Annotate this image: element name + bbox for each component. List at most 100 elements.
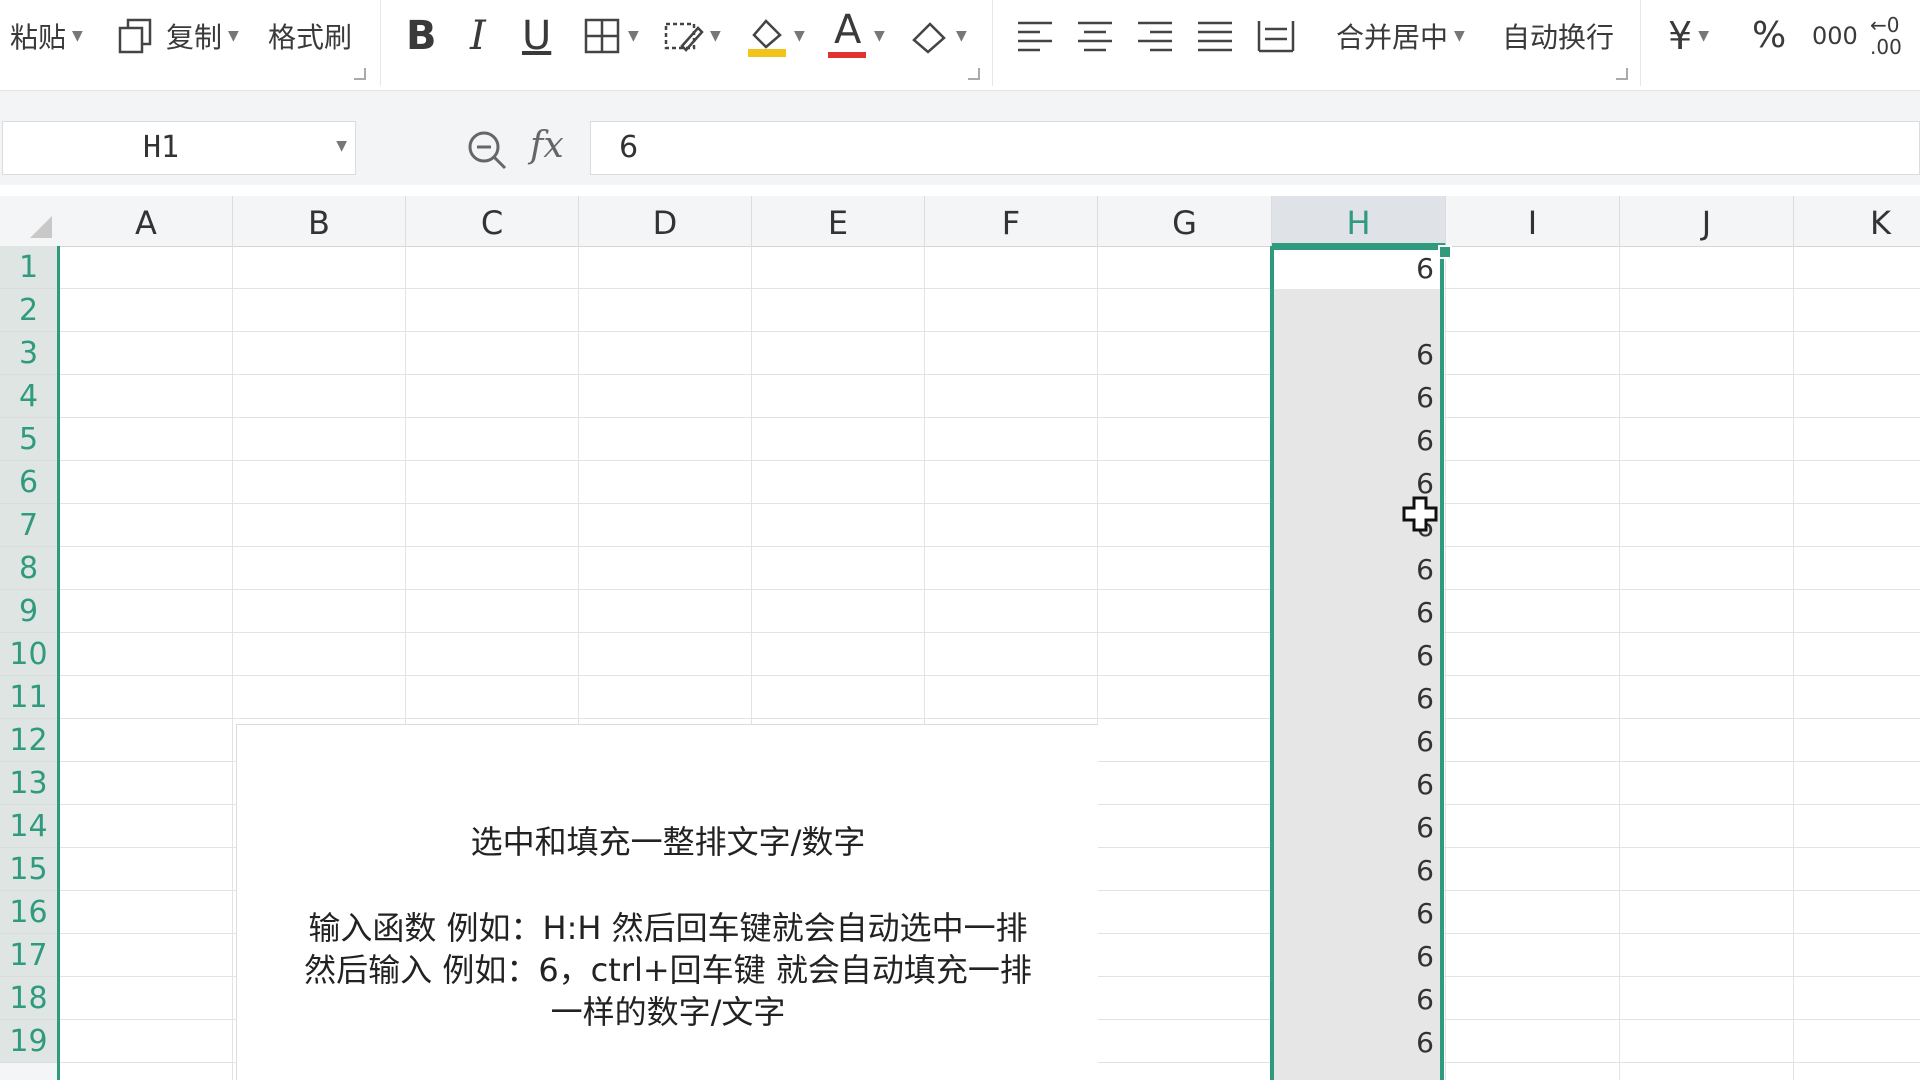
chevron-down-icon[interactable]: ▼ [336,138,347,154]
row-header-7[interactable]: 7 [0,504,57,547]
column-header-i[interactable]: I [1446,196,1620,246]
align-left-button[interactable] [1016,8,1054,64]
wrap-text-button[interactable]: 自动换行 [1502,8,1614,64]
row-header-9[interactable]: 9 [0,590,57,633]
column-header-a[interactable]: A [60,196,233,246]
row-header-14[interactable]: 14 [0,805,57,848]
gridline-vertical [232,246,233,1080]
cell-select-cursor-icon [1402,496,1438,532]
cell-h13[interactable]: 6 [1274,763,1434,806]
formula-input[interactable]: 6 [590,121,1920,175]
cell-h3[interactable]: 6 [1274,333,1434,376]
clear-button[interactable]: ▼ [908,8,967,64]
group-expand-icon[interactable] [1616,68,1628,80]
name-box[interactable]: H1 ▼ [2,121,356,175]
cell-h18[interactable]: 6 [1274,978,1434,1021]
row-header-19[interactable]: 19 [0,1020,57,1063]
justify-button[interactable] [1196,8,1234,64]
underline-button[interactable]: U [522,8,551,64]
row-header-1[interactable]: 1 [0,246,57,289]
group-expand-icon[interactable] [354,68,366,80]
column-header-k[interactable]: K [1794,196,1920,246]
row-header-3[interactable]: 3 [0,332,57,375]
column-header-j[interactable]: J [1620,196,1794,246]
group-expand-icon[interactable] [968,68,980,80]
row-header-18[interactable]: 18 [0,977,57,1020]
gridline-horizontal [60,718,1920,719]
currency-icon: ¥ [1668,14,1693,58]
fill-handle[interactable] [1438,245,1452,259]
row-header-8[interactable]: 8 [0,547,57,590]
cell-style-icon [664,22,704,52]
copy-button[interactable]: 复制 ▼ [116,8,239,64]
distributed-align-button[interactable] [1256,8,1296,64]
row-header-15[interactable]: 15 [0,848,57,891]
zoom-icon[interactable] [466,129,508,171]
row-header-16[interactable]: 16 [0,891,57,934]
borders-button[interactable]: ▼ [582,8,639,64]
format-painter-button[interactable]: 格式刷 [268,8,352,64]
italic-button[interactable]: I [470,8,486,64]
row-header-4[interactable]: 4 [0,375,57,418]
chevron-down-icon: ▼ [1698,28,1709,44]
row-header-11[interactable]: 11 [0,676,57,719]
row-header-17[interactable]: 17 [0,934,57,977]
cell-h9[interactable]: 6 [1274,591,1434,634]
formula-value: 6 [619,130,639,165]
currency-format-button[interactable]: ¥ ▼ [1668,8,1709,64]
bold-button[interactable]: B [406,8,437,64]
column-header-c[interactable]: C [406,196,579,246]
gridline-vertical [1793,246,1794,1080]
group-divider [992,0,993,86]
merge-center-button[interactable]: 合并居中 ▼ [1336,8,1465,64]
select-all-corner[interactable] [0,196,61,247]
row-header-2[interactable]: 2 [0,289,57,332]
cell-h11[interactable]: 6 [1274,677,1434,720]
cell-h8[interactable]: 6 [1274,548,1434,591]
thousands-icon: 000 [1812,22,1858,50]
gridline-vertical [1619,246,1620,1080]
cell-h4[interactable]: 6 [1274,376,1434,419]
note-line-3: 一样的数字/文字 [550,993,786,1031]
align-left-icon [1018,21,1052,52]
row-header-6[interactable]: 6 [0,461,57,504]
gridline-horizontal [60,503,1920,504]
column-header-g[interactable]: G [1098,196,1272,246]
column-header-d[interactable]: D [579,196,752,246]
decimal-button[interactable]: ←0 .00 [1870,8,1916,64]
cell-h1[interactable]: 6 [1274,247,1434,290]
row-header-13[interactable]: 13 [0,762,57,805]
column-headers: ABCDEFGHIJK [60,196,1920,247]
function-icon[interactable]: fx [530,125,564,166]
cell-h16[interactable]: 6 [1274,892,1434,935]
percent-format-button[interactable]: % [1752,8,1786,64]
paste-button[interactable]: 粘贴 ▼ [10,8,83,64]
row-header-12[interactable]: 12 [0,719,57,762]
fill-color-button[interactable]: ▼ [746,8,805,64]
cell-h15[interactable]: 6 [1274,849,1434,892]
cell-h14[interactable]: 6 [1274,806,1434,849]
column-header-e[interactable]: E [752,196,925,246]
instruction-textbox[interactable]: 选中和填充一整排文字/数字 输入函数 例如：H:H 然后回车键就会自动选中一排 … [236,724,1098,1080]
gridline-vertical [1445,246,1446,1080]
underline-icon: U [522,13,552,59]
row-header-5[interactable]: 5 [0,418,57,461]
note-line-2: 然后输入 例如：6，ctrl+回车键 就会自动填充一排 [304,951,1032,989]
row-header-10[interactable]: 10 [0,633,57,676]
cell-h10[interactable]: 6 [1274,634,1434,677]
cell-style-button[interactable]: ▼ [662,8,721,64]
cell-h5[interactable]: 6 [1274,419,1434,462]
group-divider [380,0,381,86]
column-header-h[interactable]: H [1272,196,1446,246]
column-header-b[interactable]: B [233,196,406,246]
cell-h12[interactable]: 6 [1274,720,1434,763]
align-right-button[interactable] [1136,8,1174,64]
align-center-button[interactable] [1076,8,1114,64]
column-header-f[interactable]: F [925,196,1098,246]
thousands-separator-button[interactable]: 000 [1812,8,1858,64]
cell-h17[interactable]: 6 [1274,935,1434,978]
name-box-value: H1 [143,130,180,165]
cell-h19[interactable]: 6 [1274,1021,1434,1064]
font-color-button[interactable]: A ▼ [828,7,885,64]
chevron-down-icon: ▼ [956,28,967,44]
